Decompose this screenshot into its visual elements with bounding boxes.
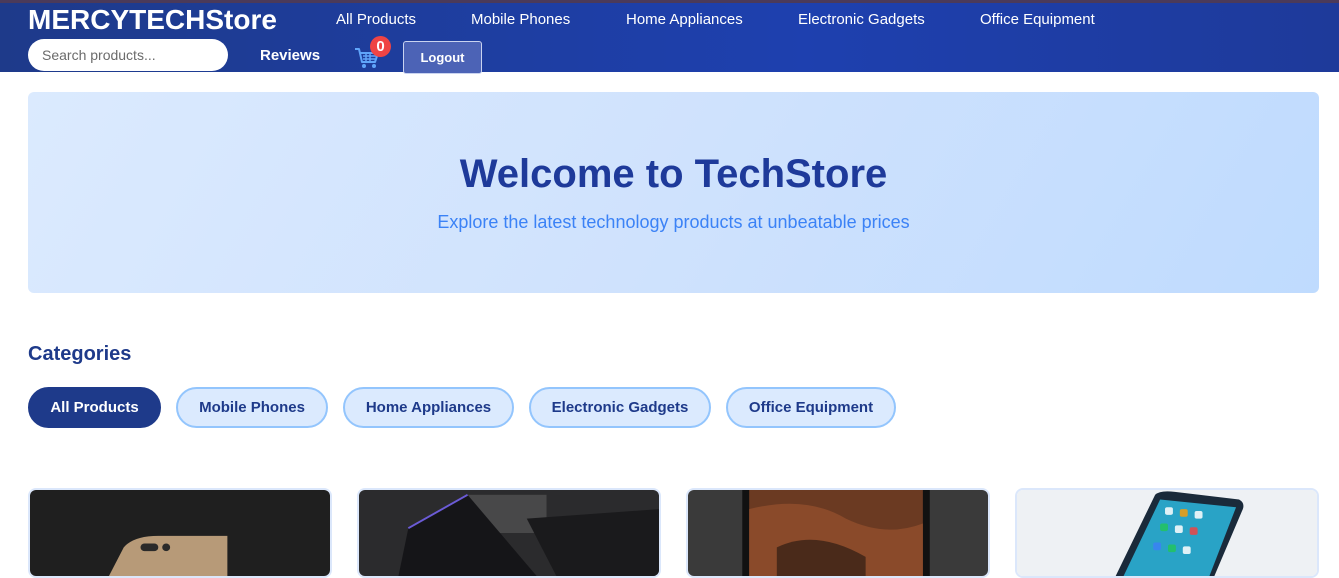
top-header: MERCYTECHStore All Products Mobile Phone… [0, 0, 1339, 74]
reviews-link[interactable]: Reviews [260, 47, 320, 64]
product-image [30, 490, 330, 576]
nav-all-products[interactable]: All Products [336, 11, 416, 28]
nav-electronic-gadgets[interactable]: Electronic Gadgets [798, 11, 925, 28]
hero-title: Welcome to TechStore [459, 152, 888, 196]
category-all-products[interactable]: All Products [28, 387, 161, 428]
category-office-equipment[interactable]: Office Equipment [726, 387, 896, 428]
categories-heading: Categories [28, 343, 132, 365]
category-mobile-phones[interactable]: Mobile Phones [176, 387, 328, 428]
category-home-appliances[interactable]: Home Appliances [343, 387, 514, 428]
nav-mobile-phones[interactable]: Mobile Phones [471, 11, 570, 28]
nav-office-equipment[interactable]: Office Equipment [980, 11, 1095, 28]
search-input[interactable] [28, 39, 228, 71]
product-image [688, 490, 988, 576]
category-electronic-gadgets[interactable]: Electronic Gadgets [529, 387, 711, 428]
nav-home-appliances[interactable]: Home Appliances [626, 11, 743, 28]
cart-count-badge: 0 [370, 36, 391, 57]
hero-banner: Welcome to TechStore Explore the latest … [28, 92, 1319, 293]
hero-subtitle: Explore the latest technology products a… [437, 212, 910, 232]
product-image [359, 490, 659, 576]
logout-button[interactable]: Logout [403, 41, 482, 74]
product-image [1017, 490, 1317, 576]
brand-logo[interactable]: MERCYTECHStore [28, 4, 277, 36]
